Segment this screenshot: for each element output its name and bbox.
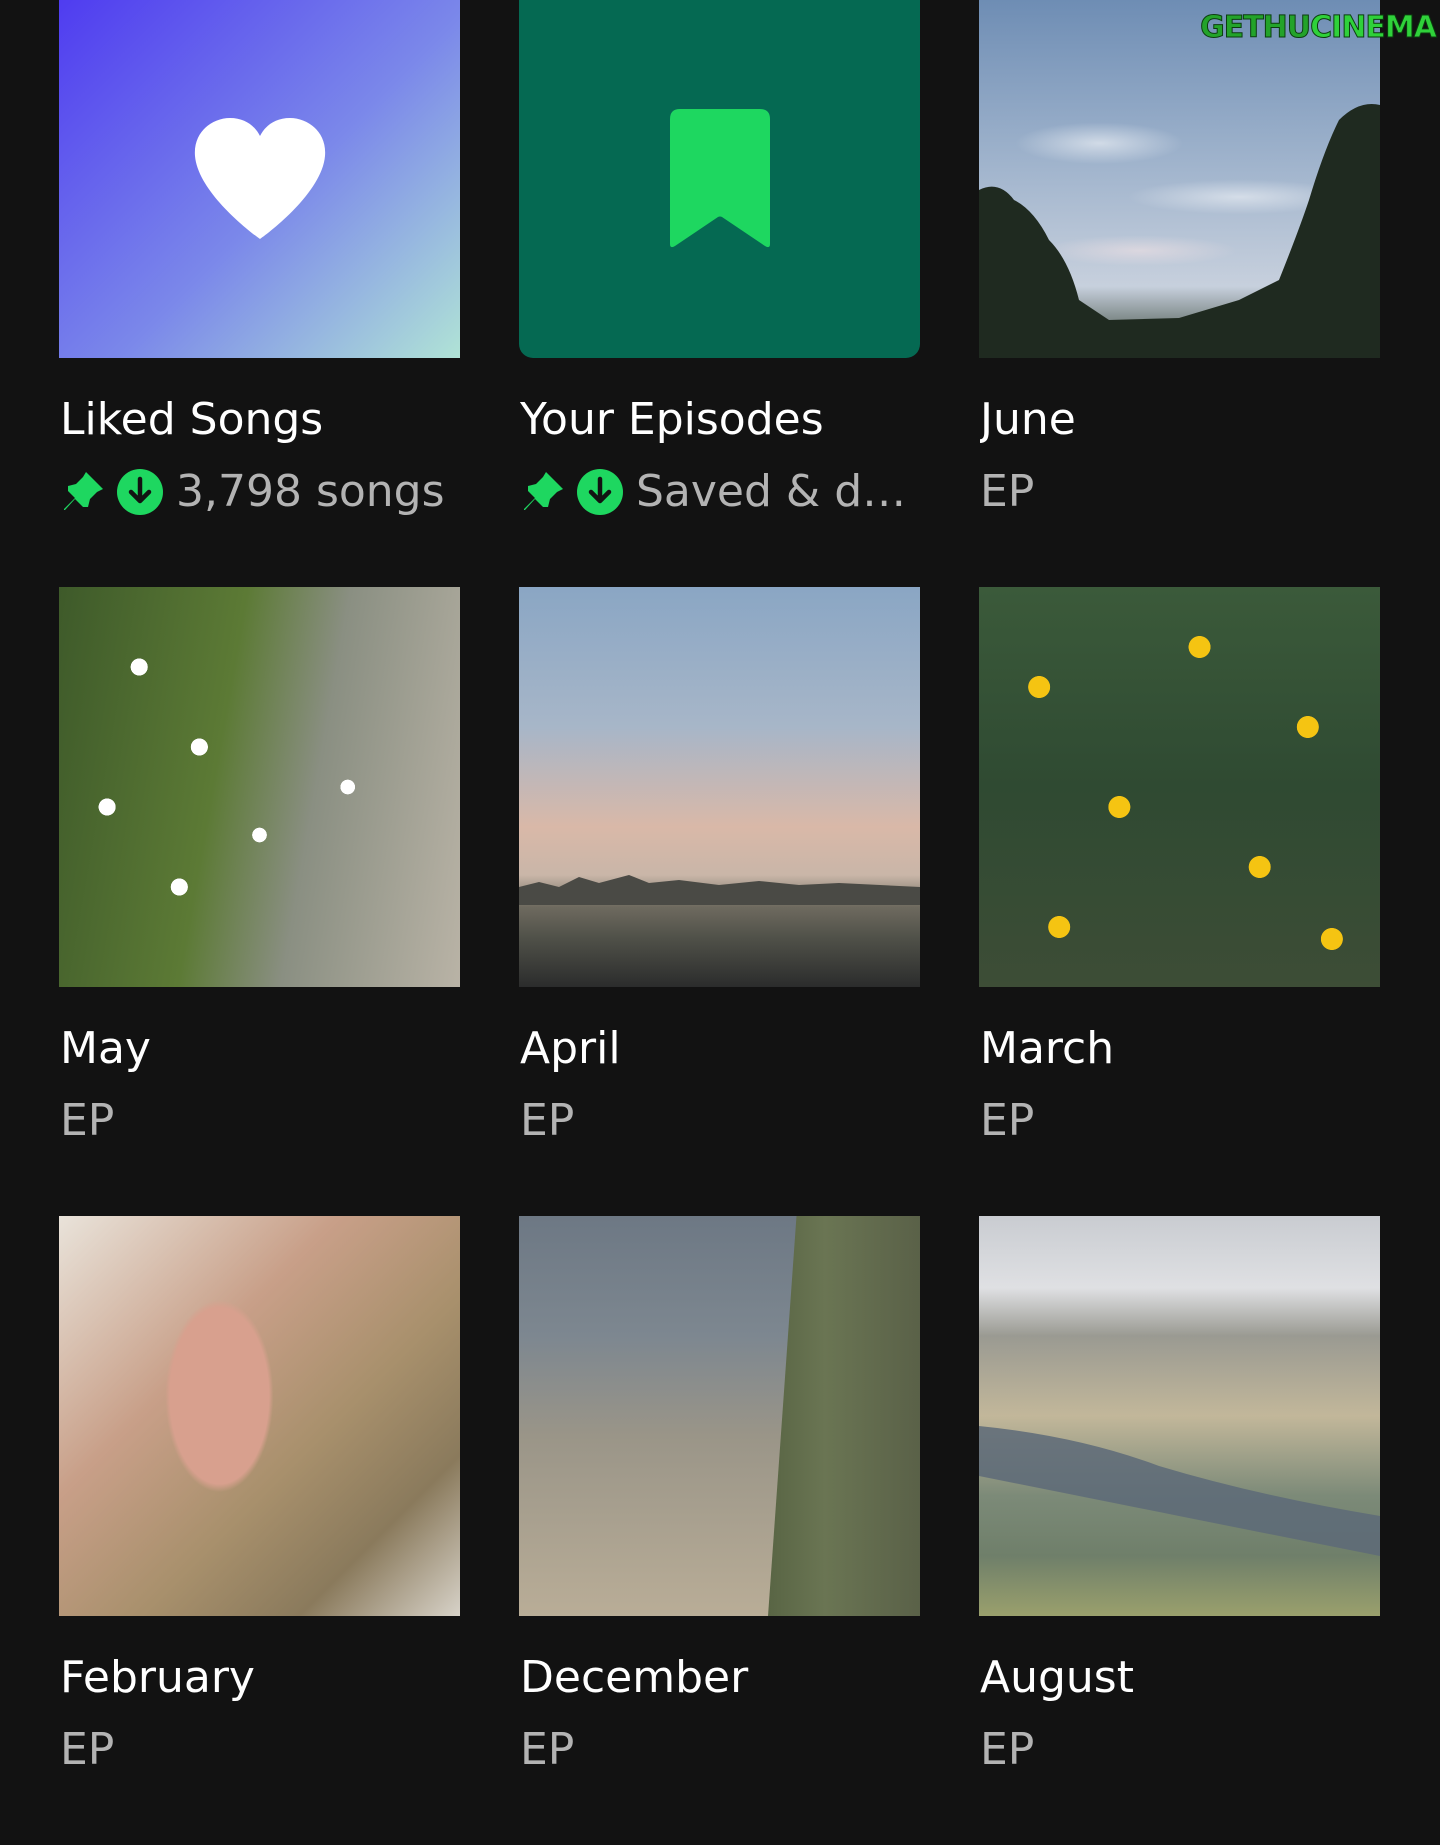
liked-songs-cover	[59, 0, 460, 358]
item-subtitle-row: EP	[980, 1724, 1381, 1776]
item-subtitle: EP	[980, 1095, 1035, 1146]
item-title: August	[980, 1652, 1134, 1703]
item-subtitle: EP	[520, 1724, 575, 1775]
item-subtitle-row: Saved & do...	[520, 466, 921, 518]
item-subtitle-row: EP	[520, 1724, 921, 1776]
download-icon	[577, 469, 623, 515]
library-item-february[interactable]: February EP	[59, 1216, 460, 1845]
item-subtitle-row: EP	[980, 466, 1381, 518]
item-subtitle-row: EP	[980, 1095, 1381, 1147]
heart-icon	[194, 118, 325, 239]
june-cover	[979, 0, 1380, 358]
watermark-logo: GETHUCINEMA	[1200, 10, 1438, 46]
watermark-part2: CINEMA	[1310, 10, 1438, 46]
item-title: May	[60, 1023, 151, 1074]
item-subtitle-row: EP	[520, 1095, 921, 1147]
item-subtitle: EP	[60, 1724, 115, 1775]
library-item-march[interactable]: March EP	[979, 587, 1380, 1216]
item-subtitle: EP	[60, 1095, 115, 1146]
item-subtitle-row: EP	[60, 1095, 461, 1147]
item-title: February	[60, 1652, 255, 1703]
february-cover	[59, 1216, 460, 1616]
download-icon	[117, 469, 163, 515]
item-subtitle: EP	[980, 466, 1035, 517]
bookmark-icon	[669, 109, 770, 248]
watermark-part1: GETHU	[1200, 10, 1312, 46]
river-shape	[979, 1426, 1380, 1556]
april-cover	[519, 587, 920, 987]
library-item-your-episodes[interactable]: Your Episodes Saved & do...	[519, 0, 921, 587]
your-episodes-cover	[519, 0, 920, 358]
item-title: June	[980, 394, 1076, 445]
item-subtitle: 3,798 songs	[176, 466, 445, 517]
item-title: March	[980, 1023, 1115, 1074]
march-cover	[979, 587, 1380, 987]
item-title: April	[520, 1023, 621, 1074]
pin-icon	[64, 472, 103, 510]
item-subtitle: EP	[980, 1724, 1035, 1775]
august-cover	[979, 1216, 1380, 1616]
may-cover	[59, 587, 460, 987]
item-subtitle-row: 3,798 songs	[60, 466, 461, 518]
item-title: December	[520, 1652, 749, 1703]
item-subtitle: EP	[520, 1095, 575, 1146]
library-item-december[interactable]: December EP	[519, 1216, 920, 1845]
item-title: Your Episodes	[520, 394, 824, 445]
tree-silhouette	[979, 104, 1380, 358]
december-cover	[519, 1216, 920, 1616]
library-item-liked-songs[interactable]: Liked Songs 3,798 songs	[59, 0, 460, 587]
skyline-silhouette	[519, 875, 920, 905]
library-item-june[interactable]: June EP	[979, 0, 1380, 587]
library-grid: Liked Songs 3,798 songs Your Episodes Sa…	[59, 0, 1381, 1845]
pin-icon	[524, 472, 563, 510]
item-subtitle: Saved & do...	[636, 466, 921, 517]
library-item-april[interactable]: April EP	[519, 587, 920, 1216]
item-subtitle-row: EP	[60, 1724, 461, 1776]
library-item-august[interactable]: August EP	[979, 1216, 1380, 1845]
library-item-may[interactable]: May EP	[59, 587, 460, 1216]
item-title: Liked Songs	[60, 394, 324, 445]
